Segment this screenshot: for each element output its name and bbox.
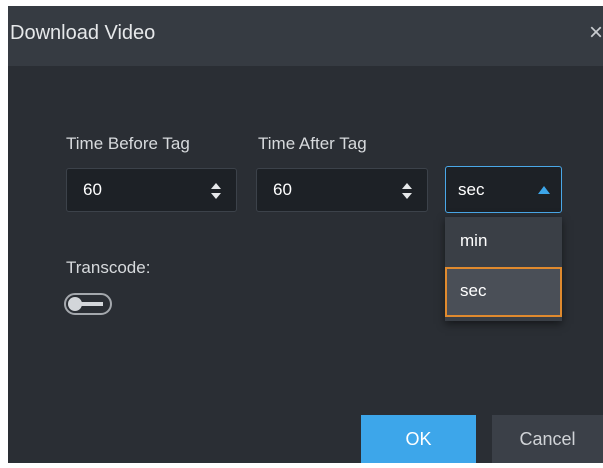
time-before-value: 60 [83,180,102,199]
time-before-label: Time Before Tag [66,134,190,153]
unit-option-label: sec [460,281,487,300]
unit-option-label: min [460,231,488,250]
unit-option-min[interactable]: min [445,217,562,267]
close-icon[interactable]: × [589,20,603,46]
dialog-title: Download Video [10,22,156,44]
cancel-button[interactable]: Cancel [492,415,603,463]
unit-select-value: sec [458,180,485,199]
unit-select[interactable]: sec [445,166,562,213]
time-after-stepper[interactable]: 60 [256,168,428,212]
ok-button[interactable]: OK [361,415,476,463]
transcode-label: Transcode: [66,258,151,277]
dialog-titlebar: Download Video × [8,6,603,66]
unit-dropdown-menu: min sec [445,217,562,321]
transcode-toggle[interactable] [64,293,112,315]
stepper-arrows-icon[interactable] [210,181,222,201]
unit-option-sec[interactable]: sec [445,267,562,317]
time-before-stepper[interactable]: 60 [66,168,237,212]
time-after-value: 60 [273,180,292,199]
stepper-arrows-icon[interactable] [401,181,413,201]
time-after-label: Time After Tag [258,134,367,153]
download-video-dialog: Download Video × Time Before Tag 60 Time… [8,6,603,463]
toggle-track-bar [81,302,103,306]
toggle-knob [68,297,82,311]
caret-up-icon [538,186,550,194]
